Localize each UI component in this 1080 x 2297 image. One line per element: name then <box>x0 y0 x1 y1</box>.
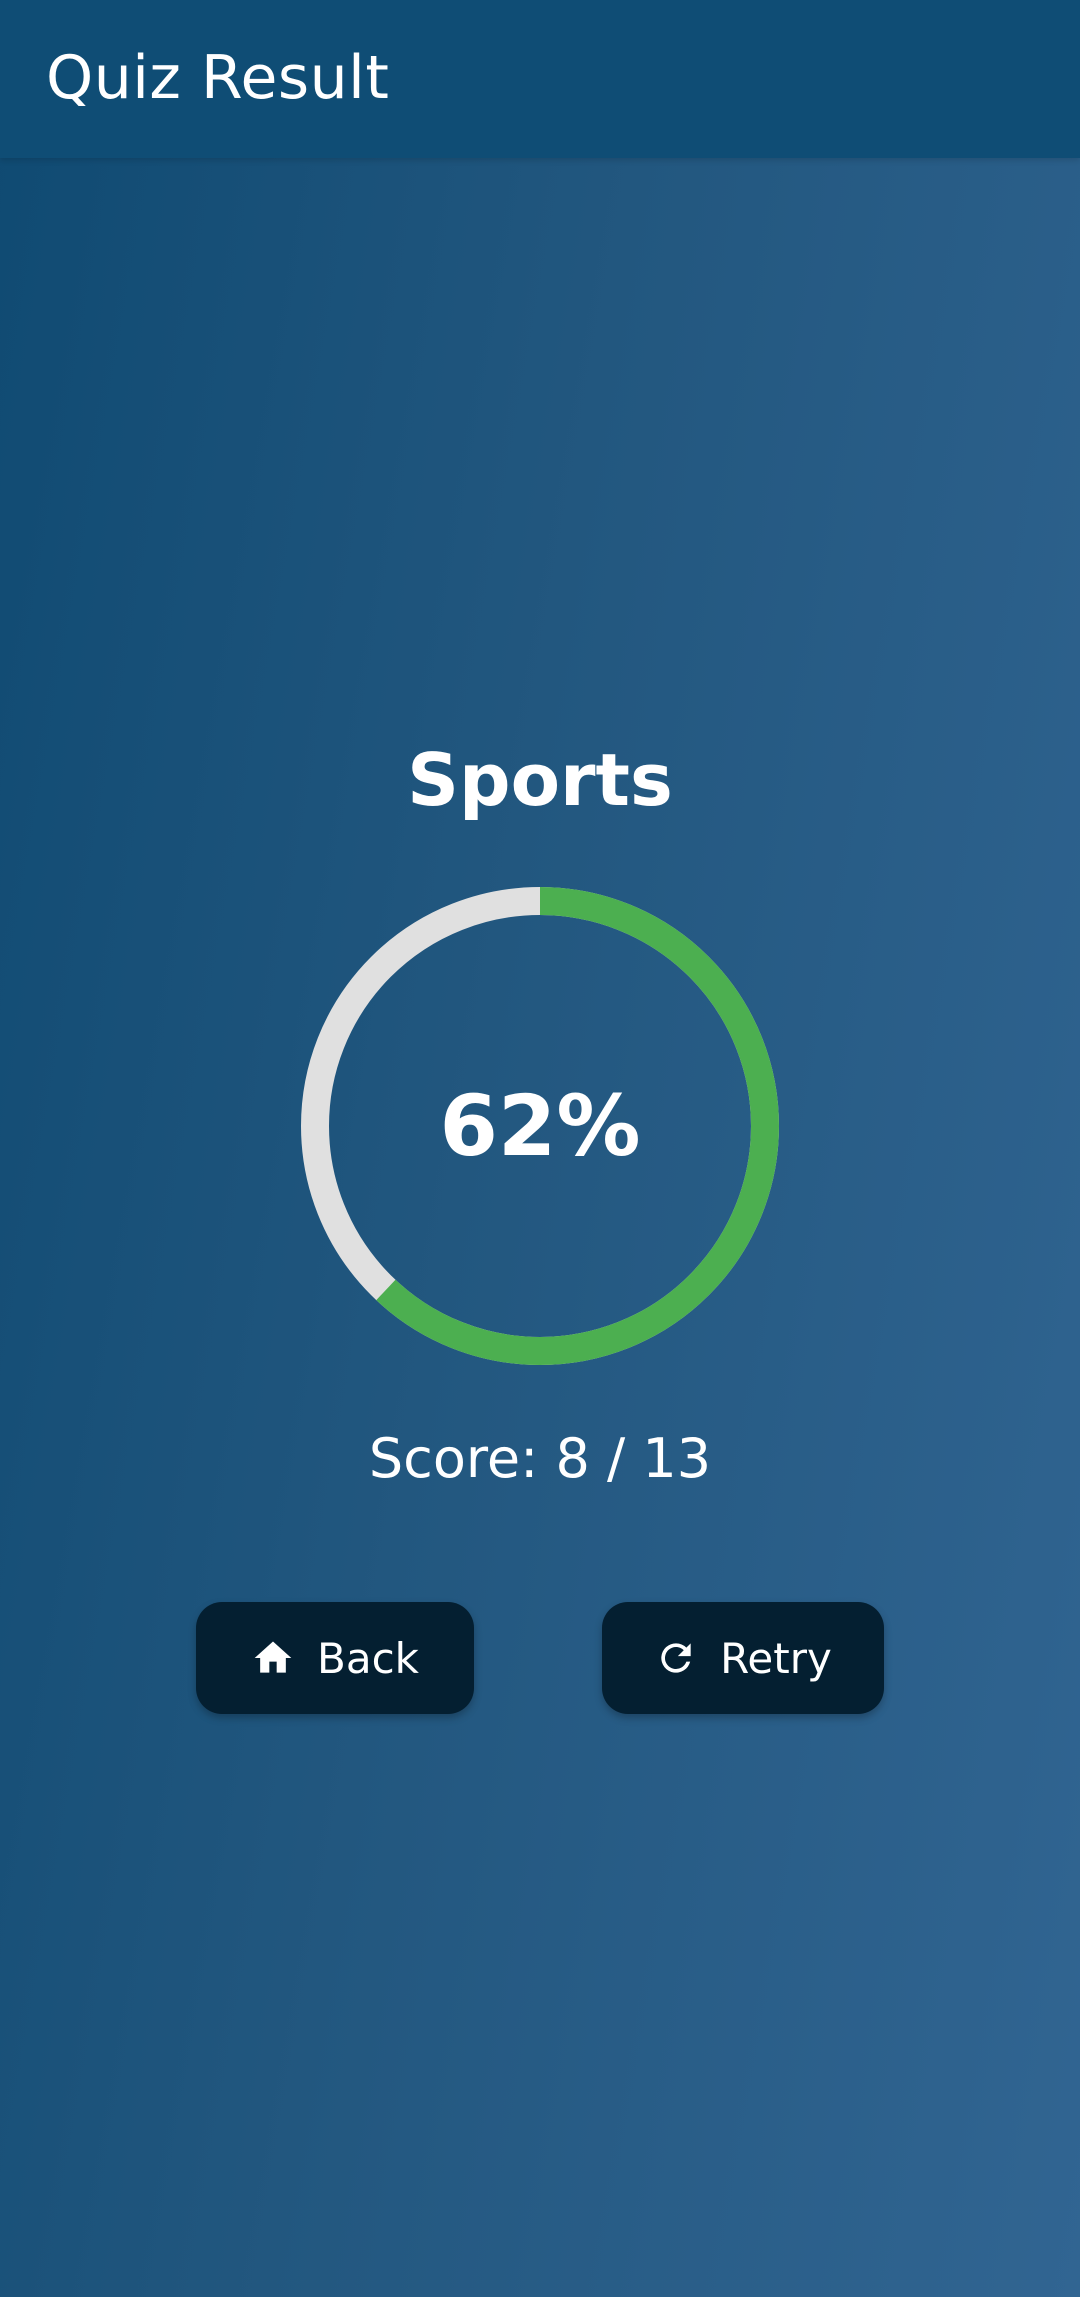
page-title: Quiz Result <box>46 43 390 113</box>
percent-label: 62% <box>439 1077 641 1175</box>
score-label: Score: 8 / 13 <box>368 1427 712 1490</box>
retry-button[interactable]: Retry <box>602 1602 884 1714</box>
retry-button-label: Retry <box>720 1633 832 1683</box>
back-button[interactable]: Back <box>196 1602 474 1714</box>
score-progress-ring: 62% <box>300 886 780 1366</box>
app-bar: Quiz Result <box>0 0 1080 158</box>
back-button-label: Back <box>317 1633 419 1683</box>
quiz-category-title: Sports <box>407 738 673 822</box>
refresh-icon <box>654 1636 698 1680</box>
home-icon <box>251 1636 295 1680</box>
